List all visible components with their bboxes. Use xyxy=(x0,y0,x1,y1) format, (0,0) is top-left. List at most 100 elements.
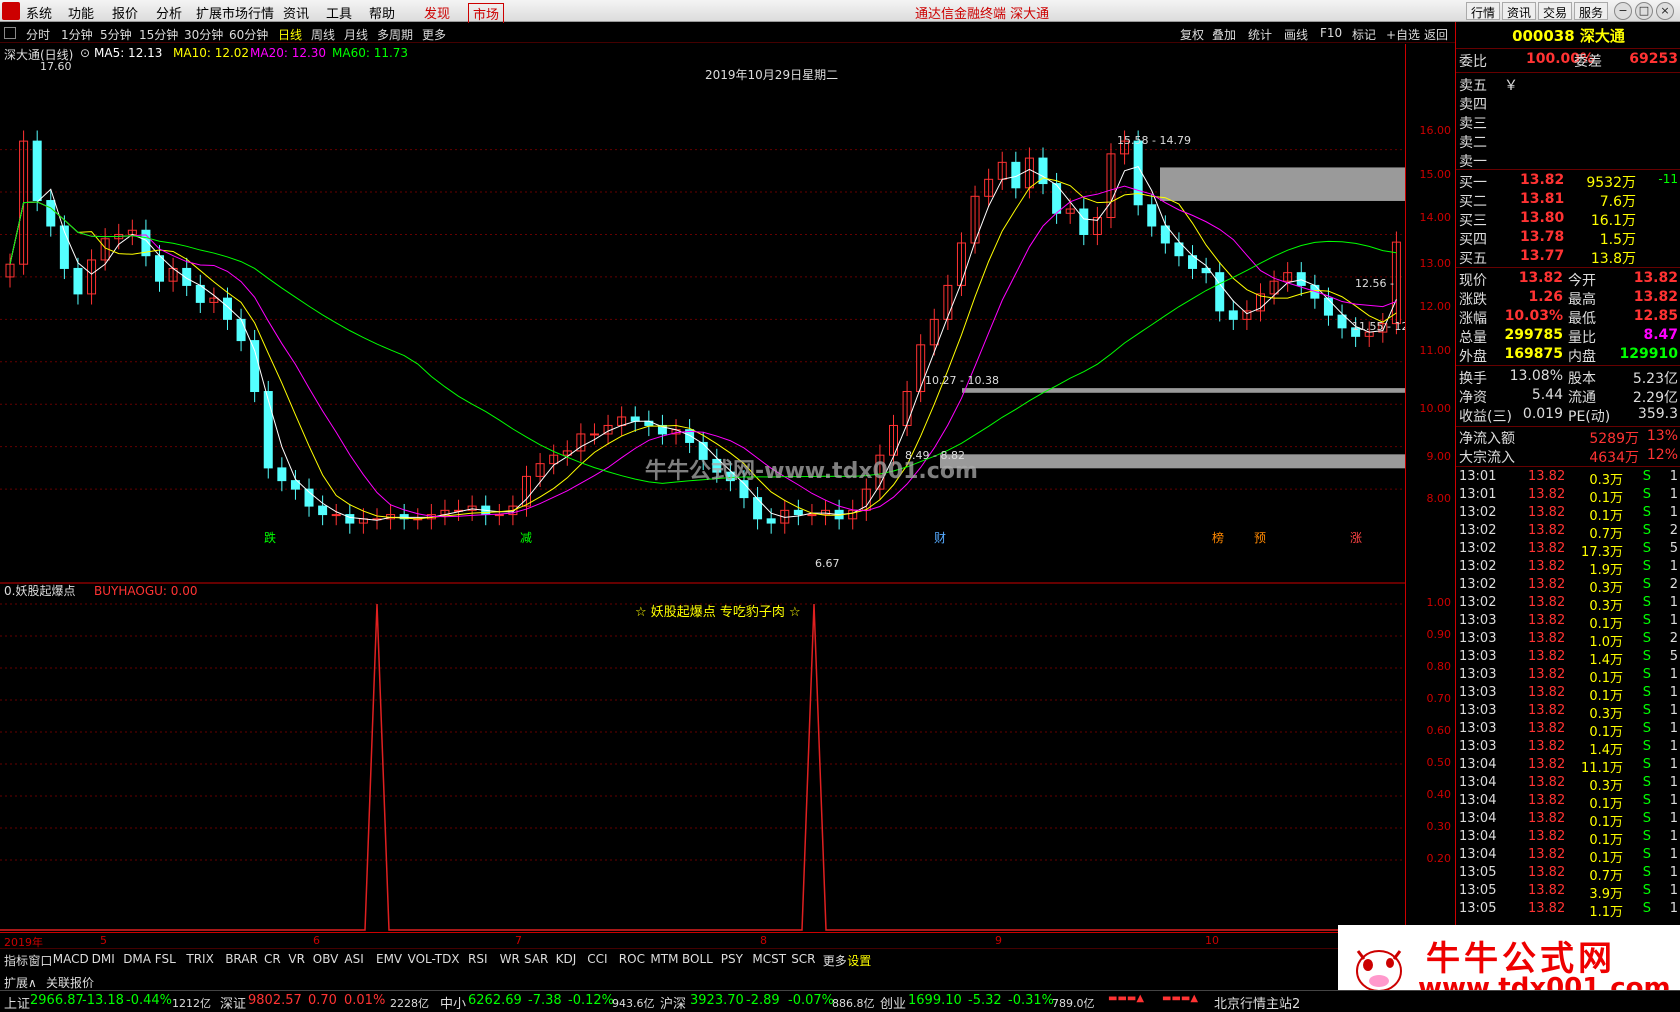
tab-8[interactable]: CR xyxy=(264,952,281,966)
candle xyxy=(1147,204,1157,227)
app-logo-icon[interactable] xyxy=(2,2,20,20)
date-tick: 8 xyxy=(760,934,767,947)
buy-level-row: 买一 13.82 9532万 -11 xyxy=(1459,172,1678,191)
period-30min[interactable]: 30分钟 xyxy=(184,26,223,43)
tab-3[interactable]: DMI xyxy=(92,952,115,966)
axis-tick: 0.20 xyxy=(1426,852,1452,865)
period-month[interactable]: 月线 xyxy=(344,26,368,43)
tab-18[interactable]: CCI xyxy=(587,952,607,966)
axis-tick: 12.00 xyxy=(1419,300,1452,313)
tab-24[interactable]: SCR xyxy=(791,952,815,966)
tab-9[interactable]: VR xyxy=(288,952,305,966)
menu-discover[interactable]: 发现 xyxy=(424,3,450,22)
menu-help[interactable]: 帮助 xyxy=(369,3,395,22)
tab-16[interactable]: SAR xyxy=(524,952,548,966)
indicator-chart[interactable]: 0.妖股起爆点 BUYHAOGU: 0.00 ☆ 妖股起爆点 专吃豹子肉 ☆ xyxy=(0,584,1405,932)
tab-4[interactable]: DMA xyxy=(123,952,151,966)
marker-zhang: 涨 xyxy=(1350,530,1362,545)
tab-17[interactable]: KDJ xyxy=(556,952,577,966)
tab-15[interactable]: WR xyxy=(500,952,520,966)
tool-f10[interactable]: F10 xyxy=(1320,26,1342,40)
menu-system[interactable]: 系统 xyxy=(26,3,52,22)
tool-overlay[interactable]: 叠加 xyxy=(1212,26,1236,43)
tab-20[interactable]: MTM xyxy=(650,952,678,966)
expand-button[interactable]: 扩展∧ xyxy=(4,974,37,991)
tab-6[interactable]: TRIX xyxy=(186,952,213,966)
candle xyxy=(753,497,763,520)
tool-add-fav[interactable]: +自选 xyxy=(1386,26,1420,43)
tab-1[interactable]: 窗口 xyxy=(28,952,52,969)
tick-row: 13:05 13.82 1.1万 S 1 xyxy=(1459,901,1678,920)
tick-row: 13:01 13.82 0.1万 S 1 xyxy=(1459,487,1678,506)
tick-row: 13:04 13.82 0.1万 S 1 xyxy=(1459,811,1678,830)
close-icon[interactable]: × xyxy=(1656,2,1674,20)
tab-21[interactable]: BOLL xyxy=(682,952,713,966)
tab-5[interactable]: FSL xyxy=(155,952,176,966)
tool-back[interactable]: 返回 xyxy=(1424,26,1448,43)
tab-2[interactable]: MACD xyxy=(53,952,89,966)
candle xyxy=(807,514,817,517)
period-multi[interactable]: 多周期 xyxy=(377,26,413,43)
tab-22[interactable]: PSY xyxy=(721,952,743,966)
tool-mark[interactable]: 标记 xyxy=(1352,26,1376,43)
chart-watermark: 牛牛公式网-www.tdx001.com xyxy=(645,458,978,484)
candle xyxy=(250,340,260,393)
candle xyxy=(73,267,83,295)
menu-info[interactable]: 资讯 xyxy=(283,3,309,22)
kline-chart[interactable]: 2019年10月29日星期二 17.60 6.67 15.58 - 14.79 … xyxy=(0,44,1405,584)
tool-fuquan[interactable]: 复权 xyxy=(1180,26,1204,43)
tool-draw[interactable]: 画线 xyxy=(1284,26,1308,43)
tab-23[interactable]: MCST xyxy=(752,952,786,966)
high-label: 17.60 xyxy=(40,60,72,73)
tab-14[interactable]: RSI xyxy=(468,952,488,966)
minimize-icon[interactable]: − xyxy=(1614,2,1632,20)
period-60min[interactable]: 60分钟 xyxy=(229,26,268,43)
status-bar: 上证 2966.87 -13.18 -0.44% 1212亿 深证 9802.5… xyxy=(0,990,1680,1012)
menu-ext-market[interactable]: 扩展市场行情 xyxy=(196,3,274,22)
menu-market[interactable]: 市场 xyxy=(468,3,505,24)
candle xyxy=(318,505,328,516)
tool-stats[interactable]: 统计 xyxy=(1248,26,1272,43)
menu-analysis[interactable]: 分析 xyxy=(156,3,182,22)
sell-level-row: 卖二 xyxy=(1459,135,1487,151)
tab-10[interactable]: OBV xyxy=(313,952,339,966)
maximize-icon[interactable]: □ xyxy=(1635,2,1653,20)
menu-function[interactable]: 功能 xyxy=(68,3,94,22)
tab-25[interactable]: 更多 xyxy=(823,952,847,969)
top-btn-info[interactable]: 资讯 xyxy=(1502,2,1537,20)
tab-12[interactable]: EMV xyxy=(376,952,402,966)
tab-19[interactable]: ROC xyxy=(619,952,645,966)
tab-11[interactable]: ASI xyxy=(344,952,363,966)
tick-row: 13:04 13.82 0.1万 S 1 xyxy=(1459,829,1678,848)
menu-tools[interactable]: 工具 xyxy=(326,3,352,22)
station-label[interactable]: 北京行情主站2 xyxy=(1214,993,1300,1012)
period-15min[interactable]: 15分钟 xyxy=(139,26,178,43)
period-day[interactable]: 日线 xyxy=(278,26,302,43)
tick-row: 13:03 13.82 0.1万 S 1 xyxy=(1459,721,1678,740)
related-quote-button[interactable]: 关联报价 xyxy=(46,974,94,991)
top-btn-quote[interactable]: 行情 xyxy=(1466,2,1501,20)
period-1min[interactable]: 1分钟 xyxy=(61,26,93,43)
tab-7[interactable]: BRAR xyxy=(225,952,258,966)
tab-26[interactable]: 设置 xyxy=(847,952,871,969)
panel-toggle-icon[interactable] xyxy=(4,27,16,39)
fundamental-row: 收益(三) 0.019 PE(动) 359.3 xyxy=(1459,406,1678,425)
stat-row: 外盘 169875 内盘 129910 xyxy=(1459,346,1678,365)
tab-13[interactable]: VOL-TDX xyxy=(408,952,460,966)
axis-tick: 13.00 xyxy=(1419,257,1452,270)
menu-quote[interactable]: 报价 xyxy=(112,3,138,22)
tick-row: 13:05 13.82 0.7万 S 1 xyxy=(1459,865,1678,884)
axis-tick: 0.50 xyxy=(1426,756,1452,769)
top-btn-trade[interactable]: 交易 xyxy=(1538,2,1573,20)
top-btn-service[interactable]: 服务 xyxy=(1574,2,1609,20)
period-fenshi[interactable]: 分时 xyxy=(26,26,50,43)
tab-0[interactable]: 指标 xyxy=(4,952,28,969)
marker-die: 跌 xyxy=(264,530,276,545)
candle xyxy=(277,467,287,482)
period-week[interactable]: 周线 xyxy=(311,26,335,43)
axis-tick: 0.80 xyxy=(1426,660,1452,673)
ext-bar: 扩展∧ 关联报价 xyxy=(0,972,1340,990)
candle xyxy=(46,200,56,227)
period-5min[interactable]: 5分钟 xyxy=(100,26,132,43)
period-more[interactable]: 更多 xyxy=(422,26,446,43)
